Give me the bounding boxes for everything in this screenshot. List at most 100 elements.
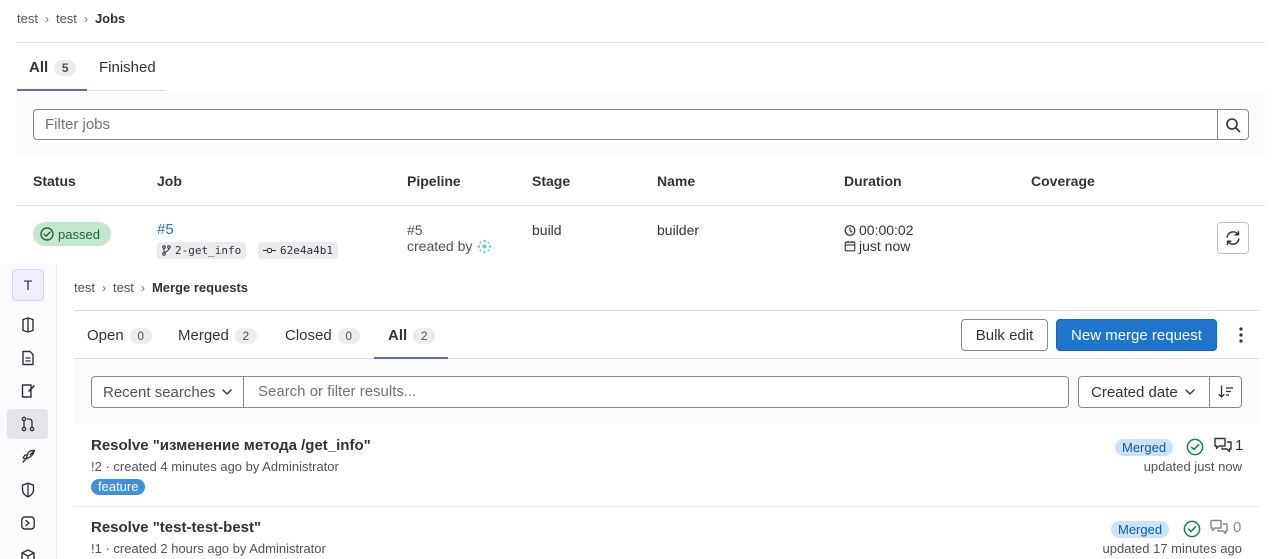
timer-icon (844, 225, 856, 236)
sidebar-item-deploy[interactable] (16, 445, 40, 469)
sidebar-item-issues[interactable] (16, 346, 40, 370)
commit-chip[interactable]: 62e4a4b1 (258, 242, 338, 259)
project-avatar[interactable]: T (12, 269, 44, 301)
commit-icon (263, 247, 276, 254)
divider (74, 310, 1259, 311)
tab-closed[interactable]: Closed 0 (285, 327, 360, 344)
breadcrumb-current[interactable]: Jobs (95, 11, 125, 26)
count-badge: 0 (337, 327, 360, 344)
recent-searches-dropdown[interactable]: Recent searches (91, 376, 244, 408)
pipeline-passed-icon[interactable] (1186, 438, 1204, 456)
sort-lowest-icon (1217, 385, 1233, 398)
tab-all[interactable]: All 2 (388, 327, 436, 344)
stage-cell: build (532, 222, 562, 238)
breadcrumb-separator: › (83, 11, 88, 26)
merged-badge: Merged (1115, 439, 1174, 456)
retry-icon (1226, 230, 1240, 246)
job-name-cell: builder (657, 222, 700, 238)
column-header-job: Job (157, 173, 182, 189)
branch-icon (162, 245, 171, 256)
duration-value: 00:00:02 (859, 222, 914, 238)
recent-searches-label: Recent searches (103, 383, 216, 401)
commit-sha: 62e4a4b1 (280, 244, 333, 257)
branch-name: 2-get_info (175, 244, 242, 257)
comments-icon[interactable] (1214, 437, 1232, 453)
column-header-status: Status (33, 173, 76, 189)
finished-value: just now (859, 238, 911, 254)
job-link[interactable]: #5 (157, 221, 174, 238)
sidebar-item-merge-requests[interactable] (16, 412, 40, 436)
more-actions-button[interactable] (1231, 322, 1251, 348)
issues-icon (22, 350, 34, 366)
branch-chip[interactable]: 2-get_info (157, 242, 247, 259)
search-icon (1226, 117, 1241, 132)
sidebar-item-operate[interactable] (16, 511, 40, 535)
issue-board-icon (21, 384, 35, 398)
count-badge: 0 (129, 327, 152, 344)
column-header-pipeline: Pipeline (407, 173, 461, 189)
sort-dropdown[interactable]: Created date (1078, 376, 1210, 408)
column-header-name: Name (657, 173, 696, 189)
divider (17, 205, 1265, 206)
new-merge-request-button[interactable]: New merge request (1056, 319, 1217, 351)
created-by-text: created by (407, 238, 473, 254)
merge-request-title[interactable]: Resolve "изменение метода /get_info" (91, 437, 371, 454)
tab-label: Merged (178, 327, 229, 344)
chevron-down-icon (221, 389, 232, 395)
job-status-badge[interactable]: passed (33, 222, 111, 246)
breadcrumb-separator: › (44, 11, 49, 26)
comment-count: 1 (1235, 437, 1244, 454)
sidebar-item-project[interactable] (16, 313, 40, 337)
pipeline-link[interactable]: #5 (407, 222, 423, 238)
sidebar-item-secure[interactable] (16, 478, 40, 502)
breadcrumb-separator: › (101, 280, 106, 295)
search-button[interactable] (1217, 109, 1249, 140)
project-icon (22, 317, 34, 333)
pipeline-created-by: created by (407, 238, 492, 254)
tab-open[interactable]: Open 0 (87, 327, 152, 344)
tab-all-jobs[interactable]: All 5 (29, 59, 77, 76)
merged-badge: Merged (1111, 521, 1170, 538)
finished-cell: just now (844, 238, 910, 254)
breadcrumb-item[interactable]: test (74, 280, 95, 295)
search-input[interactable]: Search or filter results... (243, 376, 1069, 408)
comment-count: 0 (1233, 519, 1242, 536)
breadcrumb-item[interactable]: test (113, 280, 134, 295)
sort-label: Created date (1091, 383, 1178, 401)
calendar-icon (844, 241, 856, 252)
shield-icon (21, 482, 35, 498)
sidebar-item-packages[interactable] (16, 544, 40, 559)
merge-request-icon (21, 416, 35, 432)
tab-label: Closed (285, 327, 332, 344)
breadcrumb-item[interactable]: test (56, 11, 77, 26)
breadcrumb-item[interactable]: test (17, 11, 38, 26)
sort-direction-button[interactable] (1209, 376, 1242, 408)
tab-label: Open (87, 327, 124, 344)
pipeline-icon (21, 516, 35, 530)
retry-job-button[interactable] (1217, 222, 1249, 254)
breadcrumb-current[interactable]: Merge requests (152, 280, 248, 295)
chevron-down-icon (1185, 389, 1195, 395)
filter-jobs-input[interactable]: Filter jobs (33, 109, 1218, 140)
count-badge: 5 (54, 59, 77, 76)
feature-label[interactable]: feature (91, 479, 146, 495)
package-icon (21, 549, 35, 559)
kebab-menu-icon (1239, 327, 1243, 343)
updated-time: updated 17 minutes ago (1102, 541, 1243, 556)
breadcrumb: test › test › Merge requests (74, 280, 248, 295)
tab-finished-jobs[interactable]: Finished (99, 59, 156, 76)
pipeline-passed-icon[interactable] (1183, 520, 1201, 538)
tab-merged[interactable]: Merged 2 (178, 327, 257, 344)
merge-request-meta: !1 · created 2 hours ago by Administrato… (91, 541, 326, 556)
merge-request-meta: !2 · created 4 minutes ago by Administra… (91, 459, 339, 474)
divider (17, 42, 1265, 43)
comments-icon[interactable] (1210, 519, 1228, 535)
sidebar-item-board[interactable] (16, 379, 40, 403)
merge-request-title[interactable]: Resolve "test-test-best" (91, 519, 261, 536)
active-tab-indicator (17, 89, 87, 91)
tab-label: Finished (99, 59, 156, 76)
user-avatar-icon[interactable] (477, 239, 492, 254)
bulk-edit-button[interactable]: Bulk edit (961, 319, 1048, 351)
breadcrumb-separator: › (140, 280, 145, 295)
column-header-stage: Stage (532, 173, 571, 189)
